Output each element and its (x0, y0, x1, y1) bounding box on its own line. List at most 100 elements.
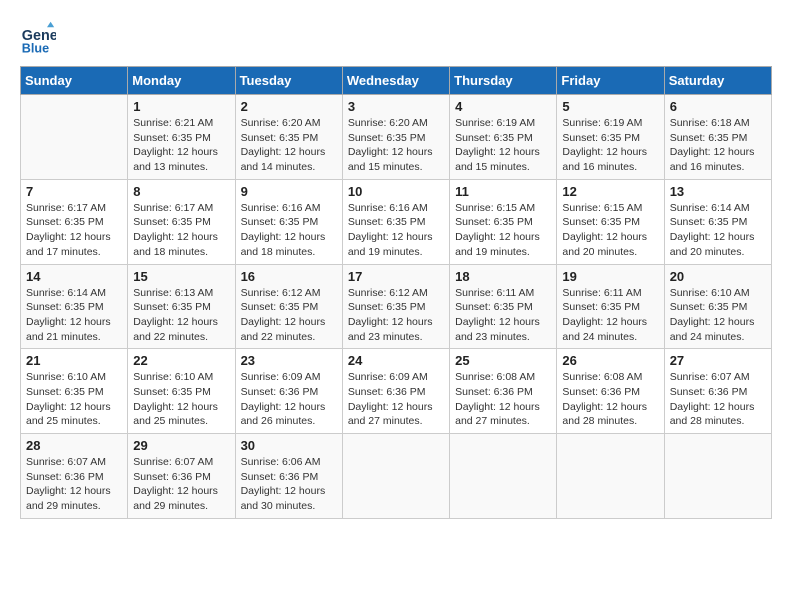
day-number: 4 (455, 99, 551, 114)
day-number: 21 (26, 353, 122, 368)
day-number: 7 (26, 184, 122, 199)
day-number: 13 (670, 184, 766, 199)
week-row-5: 28 Sunrise: 6:07 AM Sunset: 6:36 PM Dayli… (21, 434, 772, 519)
day-number: 1 (133, 99, 229, 114)
day-cell: 9 Sunrise: 6:16 AM Sunset: 6:35 PM Daylig… (235, 179, 342, 264)
day-number: 18 (455, 269, 551, 284)
day-info: Sunrise: 6:10 AM Sunset: 6:35 PM Dayligh… (670, 286, 766, 345)
day-number: 14 (26, 269, 122, 284)
day-number: 30 (241, 438, 337, 453)
day-info: Sunrise: 6:07 AM Sunset: 6:36 PM Dayligh… (26, 455, 122, 514)
day-cell: 8 Sunrise: 6:17 AM Sunset: 6:35 PM Daylig… (128, 179, 235, 264)
day-cell (557, 434, 664, 519)
day-cell: 17Sunrise: 6:12 AM Sunset: 6:35 PM Dayli… (342, 264, 449, 349)
day-cell: 3Sunrise: 6:20 AM Sunset: 6:35 PM Daylig… (342, 95, 449, 180)
week-row-1: 1 Sunrise: 6:21 AM Sunset: 6:35 PM Daylig… (21, 95, 772, 180)
svg-text:Blue: Blue (22, 41, 49, 55)
column-header-wednesday: Wednesday (342, 67, 449, 95)
day-cell: 23Sunrise: 6:09 AM Sunset: 6:36 PM Dayli… (235, 349, 342, 434)
day-number: 2 (241, 99, 337, 114)
day-info: Sunrise: 6:21 AM Sunset: 6:35 PM Dayligh… (133, 116, 229, 175)
day-number: 12 (562, 184, 658, 199)
day-info: Sunrise: 6:14 AM Sunset: 6:35 PM Dayligh… (26, 286, 122, 345)
day-cell: 29 Sunrise: 6:07 AM Sunset: 6:36 PM Dayli… (128, 434, 235, 519)
day-info: Sunrise: 6:13 AM Sunset: 6:35 PM Dayligh… (133, 286, 229, 345)
day-cell: 21 Sunrise: 6:10 AM Sunset: 6:35 PM Dayli… (21, 349, 128, 434)
day-number: 16 (241, 269, 337, 284)
page-header: General Blue (20, 20, 772, 56)
day-cell: 1 Sunrise: 6:21 AM Sunset: 6:35 PM Daylig… (128, 95, 235, 180)
day-cell: 6 Sunrise: 6:18 AM Sunset: 6:35 PM Daylig… (664, 95, 771, 180)
day-number: 23 (241, 353, 337, 368)
day-info: Sunrise: 6:20 AM Sunset: 6:35 PM Dayligh… (241, 116, 337, 175)
day-info: Sunrise: 6:08 AM Sunset: 6:36 PM Dayligh… (562, 370, 658, 429)
day-cell (342, 434, 449, 519)
day-number: 6 (670, 99, 766, 114)
day-number: 28 (26, 438, 122, 453)
day-info: Sunrise: 6:10 AM Sunset: 6:35 PM Dayligh… (133, 370, 229, 429)
day-info: Sunrise: 6:15 AM Sunset: 6:35 PM Dayligh… (562, 201, 658, 260)
day-cell: 20 Sunrise: 6:10 AM Sunset: 6:35 PM Dayli… (664, 264, 771, 349)
day-number: 10 (348, 184, 444, 199)
day-cell: 10 Sunrise: 6:16 AM Sunset: 6:35 PM Dayli… (342, 179, 449, 264)
day-info: Sunrise: 6:17 AM Sunset: 6:35 PM Dayligh… (26, 201, 122, 260)
column-header-tuesday: Tuesday (235, 67, 342, 95)
day-number: 8 (133, 184, 229, 199)
day-cell: 15 Sunrise: 6:13 AM Sunset: 6:35 PM Dayli… (128, 264, 235, 349)
day-number: 26 (562, 353, 658, 368)
day-cell: 4 Sunrise: 6:19 AM Sunset: 6:35 PM Daylig… (450, 95, 557, 180)
day-number: 29 (133, 438, 229, 453)
column-header-friday: Friday (557, 67, 664, 95)
day-info: Sunrise: 6:07 AM Sunset: 6:36 PM Dayligh… (133, 455, 229, 514)
day-info: Sunrise: 6:18 AM Sunset: 6:35 PM Dayligh… (670, 116, 766, 175)
day-cell (664, 434, 771, 519)
day-number: 3 (348, 99, 444, 114)
day-number: 22 (133, 353, 229, 368)
day-cell: 7 Sunrise: 6:17 AM Sunset: 6:35 PM Daylig… (21, 179, 128, 264)
day-info: Sunrise: 6:10 AM Sunset: 6:35 PM Dayligh… (26, 370, 122, 429)
day-number: 25 (455, 353, 551, 368)
day-info: Sunrise: 6:16 AM Sunset: 6:35 PM Dayligh… (241, 201, 337, 260)
week-row-2: 7 Sunrise: 6:17 AM Sunset: 6:35 PM Daylig… (21, 179, 772, 264)
column-header-monday: Monday (128, 67, 235, 95)
day-info: Sunrise: 6:08 AM Sunset: 6:36 PM Dayligh… (455, 370, 551, 429)
day-cell: 28 Sunrise: 6:07 AM Sunset: 6:36 PM Dayli… (21, 434, 128, 519)
week-row-4: 21 Sunrise: 6:10 AM Sunset: 6:35 PM Dayli… (21, 349, 772, 434)
day-number: 11 (455, 184, 551, 199)
day-cell: 19Sunrise: 6:11 AM Sunset: 6:35 PM Dayli… (557, 264, 664, 349)
day-cell: 27 Sunrise: 6:07 AM Sunset: 6:36 PM Dayli… (664, 349, 771, 434)
day-info: Sunrise: 6:07 AM Sunset: 6:36 PM Dayligh… (670, 370, 766, 429)
day-cell: 14 Sunrise: 6:14 AM Sunset: 6:35 PM Dayli… (21, 264, 128, 349)
day-info: Sunrise: 6:16 AM Sunset: 6:35 PM Dayligh… (348, 201, 444, 260)
day-cell (450, 434, 557, 519)
day-number: 20 (670, 269, 766, 284)
day-cell: 5 Sunrise: 6:19 AM Sunset: 6:35 PM Daylig… (557, 95, 664, 180)
day-number: 27 (670, 353, 766, 368)
column-header-thursday: Thursday (450, 67, 557, 95)
day-number: 15 (133, 269, 229, 284)
day-info: Sunrise: 6:19 AM Sunset: 6:35 PM Dayligh… (455, 116, 551, 175)
day-info: Sunrise: 6:15 AM Sunset: 6:35 PM Dayligh… (455, 201, 551, 260)
day-info: Sunrise: 6:19 AM Sunset: 6:35 PM Dayligh… (562, 116, 658, 175)
day-info: Sunrise: 6:17 AM Sunset: 6:35 PM Dayligh… (133, 201, 229, 260)
day-info: Sunrise: 6:09 AM Sunset: 6:36 PM Dayligh… (348, 370, 444, 429)
day-info: Sunrise: 6:12 AM Sunset: 6:35 PM Dayligh… (241, 286, 337, 345)
day-info: Sunrise: 6:06 AM Sunset: 6:36 PM Dayligh… (241, 455, 337, 514)
day-number: 5 (562, 99, 658, 114)
logo-icon: General Blue (20, 20, 56, 56)
week-row-3: 14 Sunrise: 6:14 AM Sunset: 6:35 PM Dayli… (21, 264, 772, 349)
column-header-sunday: Sunday (21, 67, 128, 95)
day-number: 9 (241, 184, 337, 199)
day-cell: 30 Sunrise: 6:06 AM Sunset: 6:36 PM Dayli… (235, 434, 342, 519)
day-number: 17 (348, 269, 444, 284)
logo: General Blue (20, 20, 60, 56)
day-cell (21, 95, 128, 180)
day-cell: 26 Sunrise: 6:08 AM Sunset: 6:36 PM Dayli… (557, 349, 664, 434)
day-number: 24 (348, 353, 444, 368)
day-cell: 12 Sunrise: 6:15 AM Sunset: 6:35 PM Dayli… (557, 179, 664, 264)
calendar-table: SundayMondayTuesdayWednesdayThursdayFrid… (20, 66, 772, 519)
day-cell: 18Sunrise: 6:11 AM Sunset: 6:35 PM Dayli… (450, 264, 557, 349)
day-cell: 13Sunrise: 6:14 AM Sunset: 6:35 PM Dayli… (664, 179, 771, 264)
day-cell: 16 Sunrise: 6:12 AM Sunset: 6:35 PM Dayli… (235, 264, 342, 349)
column-header-saturday: Saturday (664, 67, 771, 95)
